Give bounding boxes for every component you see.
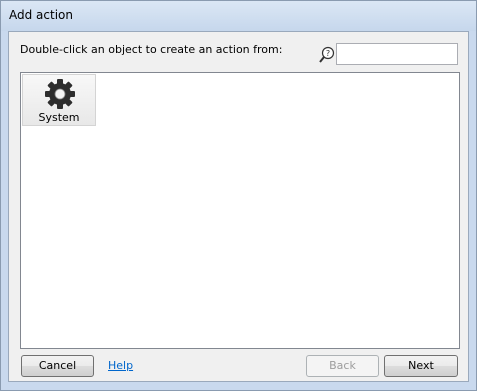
window-title: Add action xyxy=(9,8,73,22)
cancel-button[interactable]: Cancel xyxy=(21,355,94,377)
next-button[interactable]: Next xyxy=(384,355,458,377)
gear-icon xyxy=(44,78,76,110)
add-action-dialog: Add action Double-click an object to cre… xyxy=(0,0,477,391)
search-input[interactable] xyxy=(336,43,458,65)
instruction-label: Double-click an object to create an acti… xyxy=(20,43,283,56)
objects-list[interactable]: System xyxy=(20,72,460,349)
dialog-body: Double-click an object to create an acti… xyxy=(8,31,469,382)
help-link[interactable]: Help xyxy=(108,359,133,372)
svg-text:?: ? xyxy=(326,49,330,58)
search-help-icon[interactable]: ? xyxy=(318,46,336,64)
object-system[interactable]: System xyxy=(22,74,96,126)
title-bar[interactable]: Add action xyxy=(1,1,476,31)
object-label: System xyxy=(38,111,80,124)
back-button[interactable]: Back xyxy=(306,355,379,377)
